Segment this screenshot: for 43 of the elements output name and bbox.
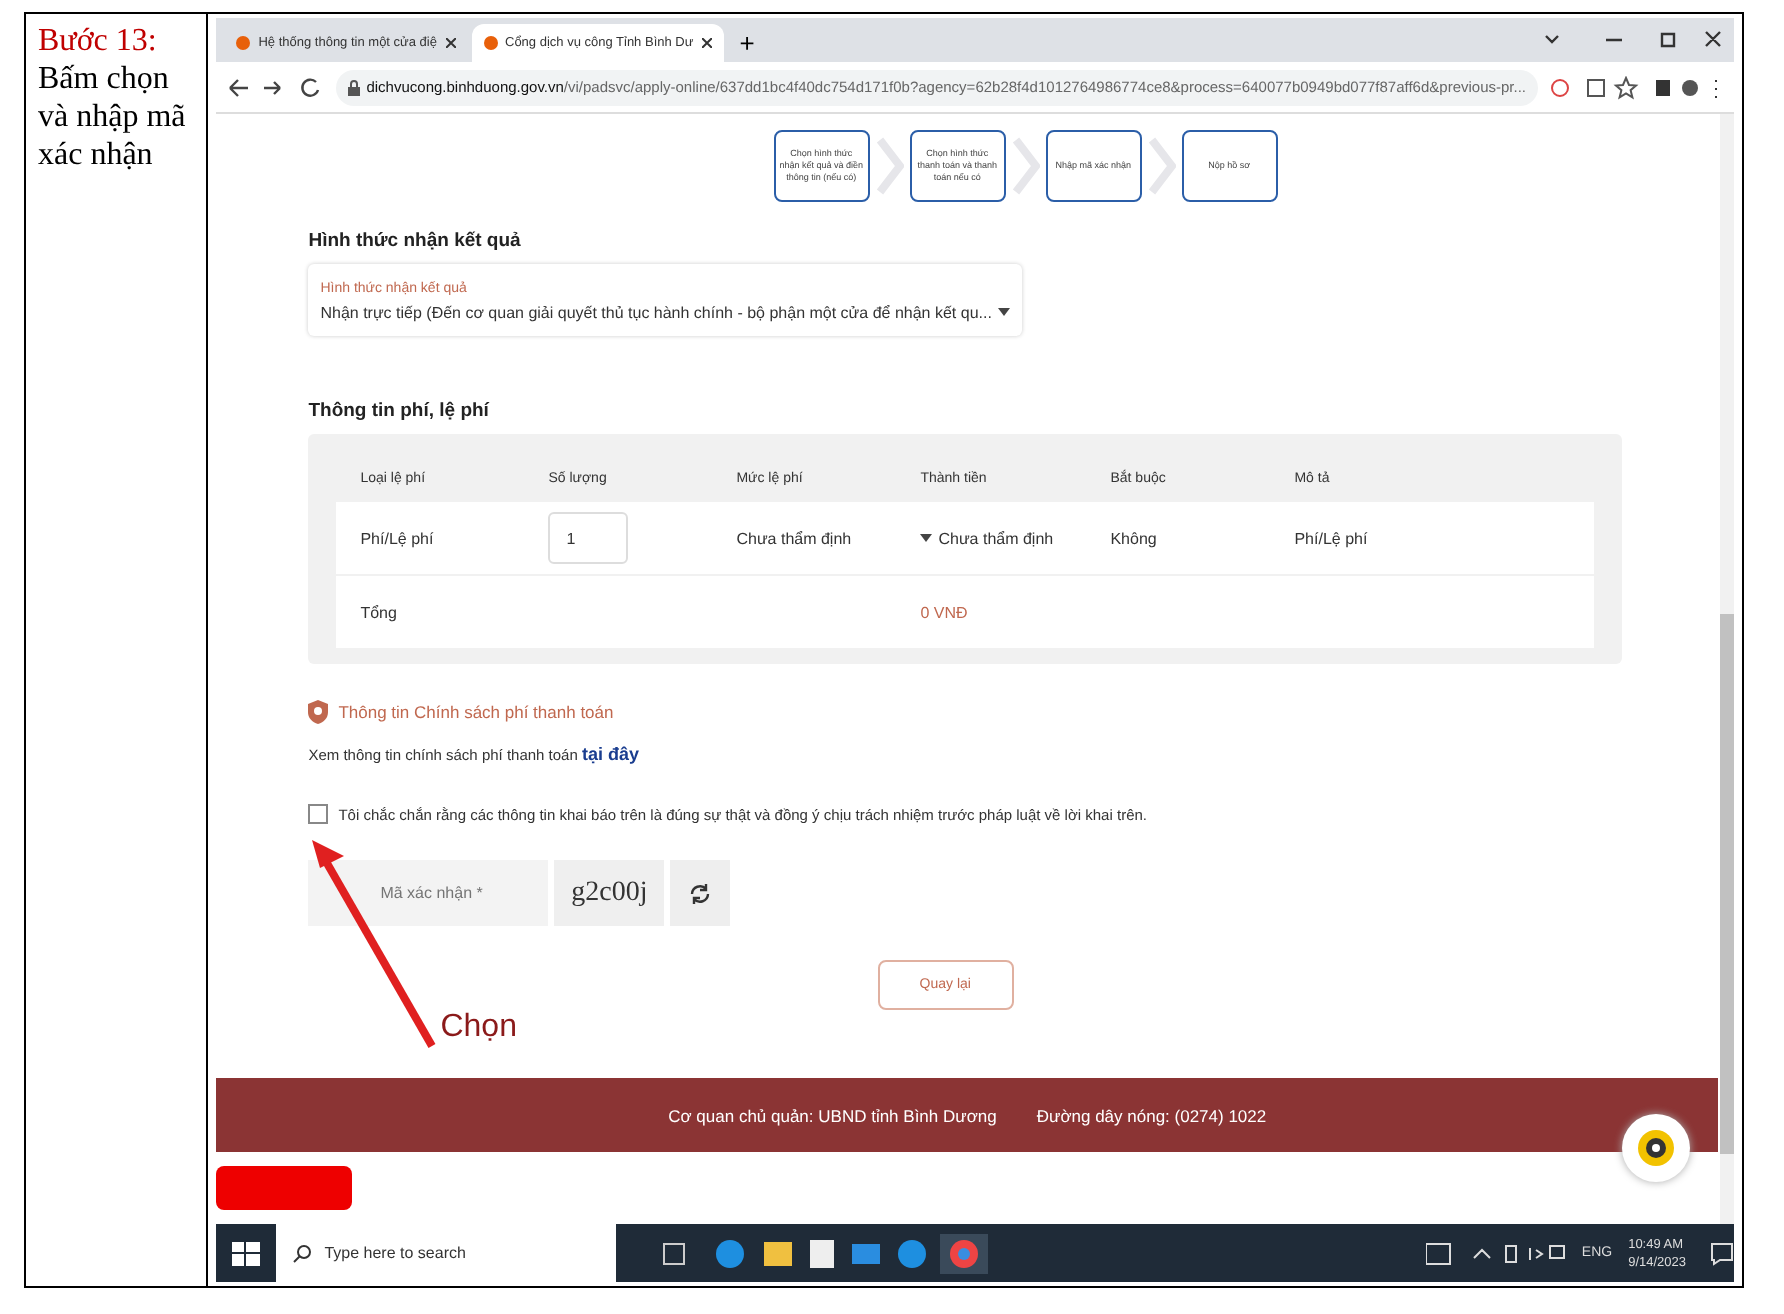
shield-icon: [308, 700, 329, 724]
quantity-field[interactable]: 1: [548, 512, 629, 564]
total-value: 0 VNĐ: [920, 603, 970, 621]
policy-title: Thông tin Chính sách phí thanh toán: [338, 702, 614, 722]
captcha-image: g2c00j: [554, 860, 665, 926]
favicon-icon: [483, 36, 497, 50]
refresh-button[interactable]: [670, 860, 731, 926]
footer-agency: Cơ quan chủ quản: UBND tỉnh Bình Dương: [668, 1105, 997, 1125]
notification-icon[interactable]: [1710, 1241, 1734, 1265]
section-title: Thông tin phí, lệ phí: [308, 400, 492, 422]
checkbox[interactable]: [308, 804, 329, 824]
table-cell-text: Tổng: [360, 603, 399, 621]
scrollbar-thumb[interactable]: [1720, 614, 1734, 1154]
step-caption: Bước 13: Bấm chọn và nhập mã xác nhận: [38, 22, 188, 174]
section-title: Hình thức nhận kết quả: [308, 230, 523, 252]
refresh-icon: [688, 881, 713, 905]
start-icon[interactable]: [232, 1239, 261, 1267]
table-cell-text: Chưa thẩm định: [736, 529, 854, 547]
browser-toolbar-icon[interactable]: [1550, 75, 1722, 99]
chevron-icon: [1147, 136, 1176, 196]
taskbar-search[interactable]: Type here to search: [276, 1224, 617, 1282]
lock-icon: [348, 79, 361, 95]
annotation-label: Chọn: [440, 1010, 517, 1046]
window-controls-icon[interactable]: [1542, 30, 1722, 50]
captcha-input[interactable]: Mã xác nhận *: [308, 860, 549, 926]
caret-icon: [920, 534, 933, 542]
footer-hotline: Đường dây nóng: (0274) 1022: [1036, 1105, 1267, 1125]
close-icon[interactable]: [701, 38, 712, 48]
table-cell-text: Phí/Lệ phí: [360, 529, 436, 547]
table-cell-text: Không: [1110, 529, 1159, 547]
close-icon[interactable]: [445, 38, 455, 48]
amount-dropdown[interactable]: Chưa thẩm định: [920, 529, 1111, 547]
favicon-icon: [236, 36, 251, 50]
caret-icon: [997, 308, 1010, 316]
search-icon: [292, 1243, 313, 1263]
table-cell-text: Phí/Lệ phí: [1294, 529, 1370, 547]
system-tray-icon[interactable]: [1425, 1241, 1566, 1265]
navigation-icon[interactable]: [228, 75, 325, 99]
new-tab-button[interactable]: +: [727, 24, 767, 62]
policy-link[interactable]: tại đây: [581, 744, 639, 764]
chatbot-button[interactable]: [1622, 1114, 1690, 1182]
chevron-icon: [1011, 136, 1040, 196]
chevron-icon: [875, 136, 904, 196]
